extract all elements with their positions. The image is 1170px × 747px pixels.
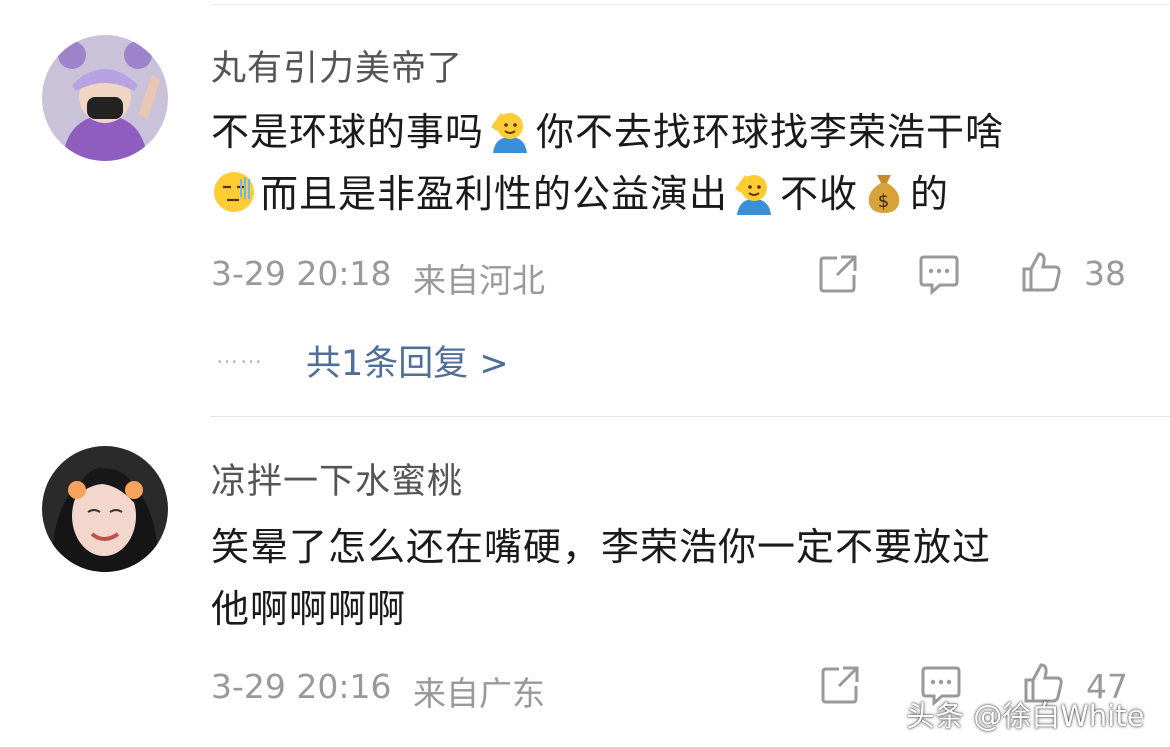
comment-text-segment: 他啊啊啊啊 bbox=[211, 587, 407, 631]
comment-time: 3-29 20:18 bbox=[211, 254, 392, 293]
money-bag-emoji: $ bbox=[861, 169, 907, 215]
share-icon[interactable] bbox=[819, 664, 861, 706]
comment-item: 丸有引力美帝了 不是环球的事吗 你不去找环球找李荣浩干啥 而且是非盈利性的公益演出… bbox=[0, 0, 1170, 410]
avatar[interactable] bbox=[42, 35, 168, 161]
like-icon[interactable] bbox=[1020, 251, 1062, 293]
reply-dots: …… bbox=[216, 344, 264, 369]
svg-text:$: $ bbox=[878, 191, 890, 212]
cold-sweat-face-emoji bbox=[211, 169, 257, 215]
salute-face-emoji bbox=[731, 169, 777, 215]
salute-face-emoji bbox=[487, 107, 533, 153]
comment-text: 不是环球的事吗 你不去找环球找李荣浩干啥 而且是非盈利性的公益演出 不收 $ 的 bbox=[211, 101, 1141, 225]
comment-text-segment: 不收 bbox=[780, 172, 859, 216]
comment-text: 笑晕了怎么还在嘴硬，李荣浩你一定不要放过 他啊啊啊啊 bbox=[211, 516, 1141, 640]
username[interactable]: 凉拌一下水蜜桃 bbox=[211, 453, 463, 504]
comment-location: 来自河北 bbox=[413, 261, 545, 300]
comment-text-segment: 你不去找环球找李荣浩干啥 bbox=[536, 110, 1005, 154]
comment-divider bbox=[210, 416, 1170, 417]
username[interactable]: 丸有引力美帝了 bbox=[211, 40, 463, 91]
comment-text-segment: 的 bbox=[910, 172, 950, 216]
avatar[interactable] bbox=[42, 446, 168, 572]
comment-text-segment: 而且是非盈利性的公益演出 bbox=[260, 172, 729, 216]
watermark: 头条 @徐白White bbox=[906, 699, 1145, 733]
comment-icon[interactable] bbox=[918, 253, 960, 296]
view-replies-link[interactable]: 共1条回复 > bbox=[306, 335, 509, 386]
comment-location: 来自广东 bbox=[413, 674, 545, 713]
comment-text-segment: 笑晕了怎么还在嘴硬，李荣浩你一定不要放过 bbox=[211, 525, 992, 569]
comment-text-segment: 不是环球的事吗 bbox=[211, 110, 485, 154]
like-count: 38 bbox=[1084, 254, 1126, 293]
share-icon[interactable] bbox=[817, 253, 859, 295]
comment-time: 3-29 20:16 bbox=[211, 667, 392, 706]
